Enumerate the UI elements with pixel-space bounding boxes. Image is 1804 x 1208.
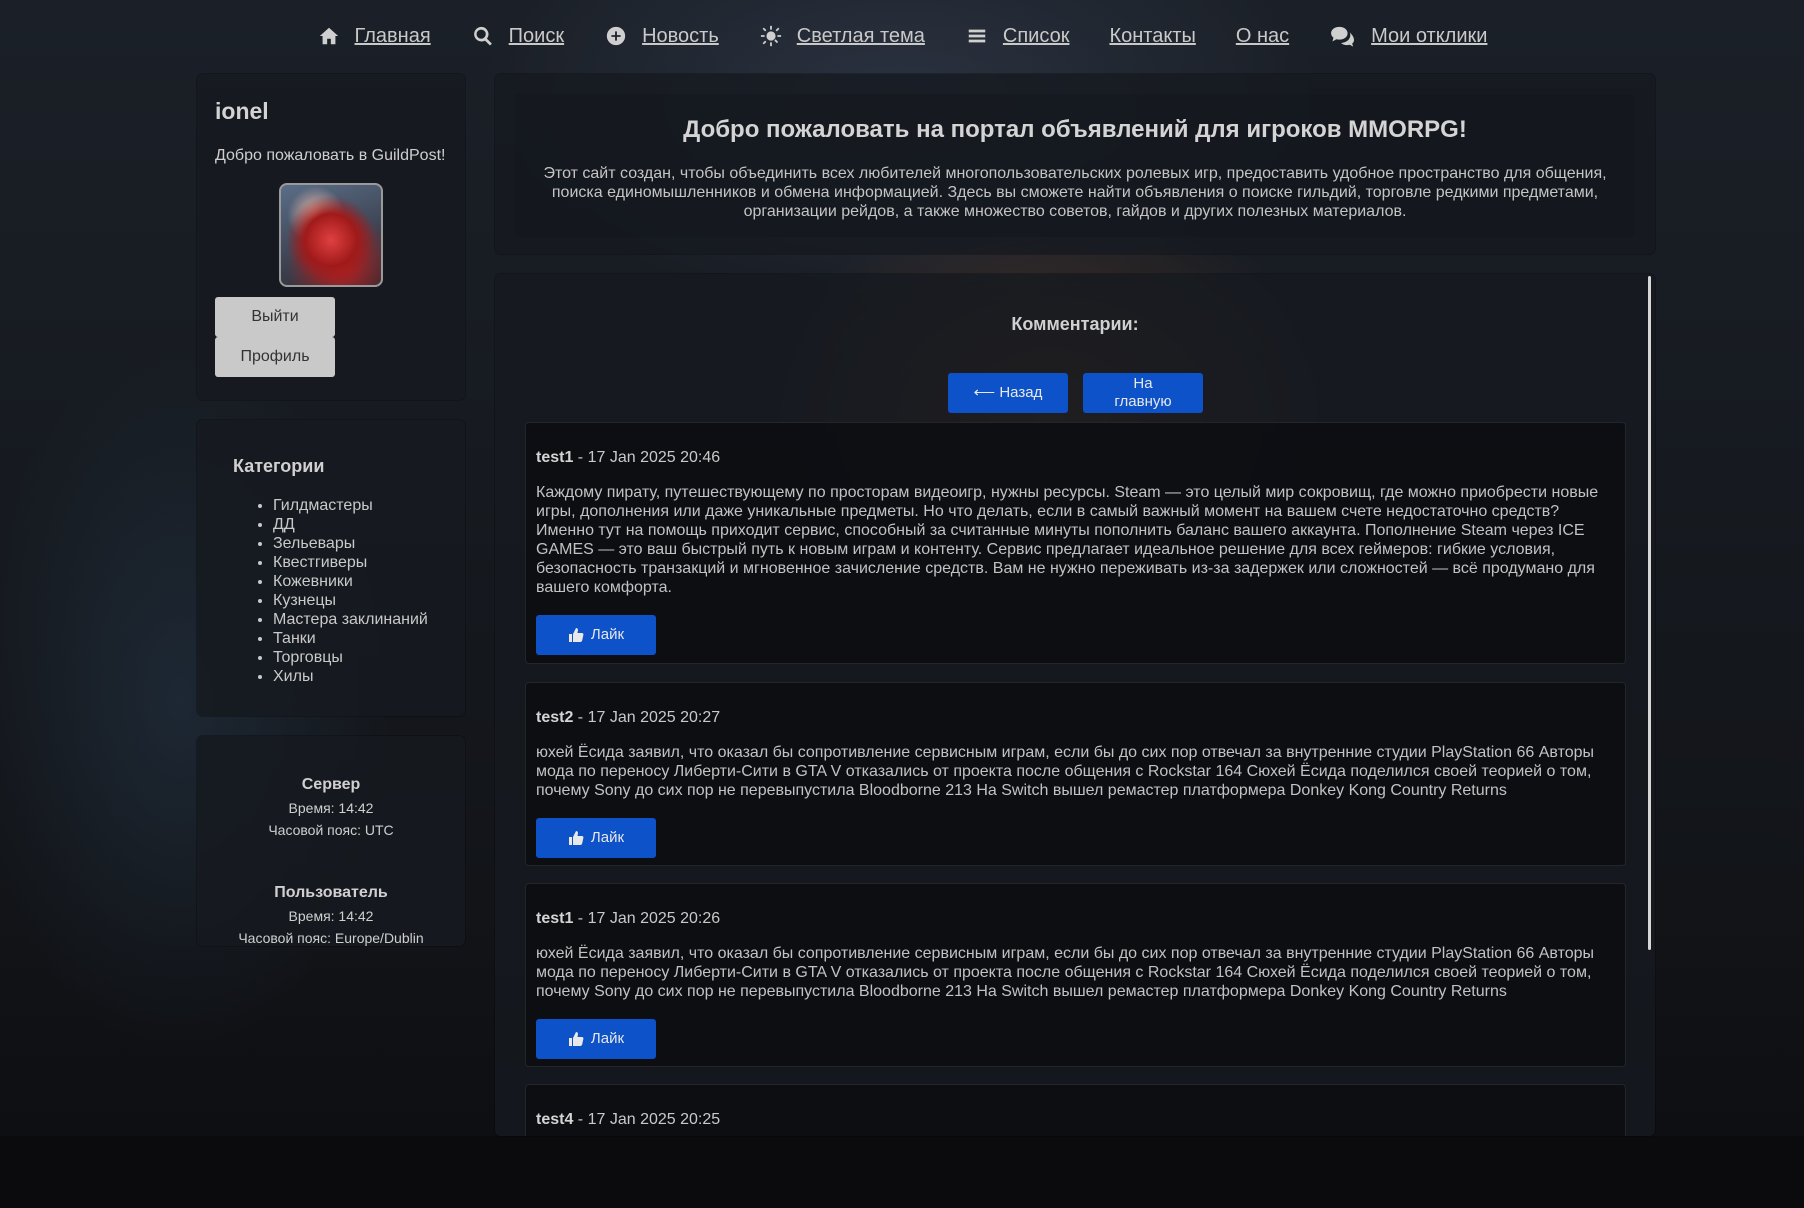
nav-light-theme[interactable]: Светлая тема	[759, 24, 925, 48]
categories-list: Гилдмастеры ДД Зельевары Квестгиверы Кож…	[233, 496, 429, 686]
welcome-banner: Добро пожаловать на портал объявлений дл…	[495, 74, 1655, 254]
server-time: Время: 14:42	[288, 800, 374, 816]
home-button[interactable]: На главную	[1083, 373, 1203, 413]
thumbs-up-icon	[568, 831, 584, 845]
comment-text: Каждому пирату, путешествующему по прост…	[536, 484, 1599, 596]
category-item[interactable]: Торговцы	[273, 648, 429, 667]
nav-search[interactable]: Поиск	[471, 24, 564, 48]
comments-section: Комментарии: ⟵ Назад На главную test1 - …	[495, 274, 1655, 1136]
category-item[interactable]: Хилы	[273, 667, 429, 686]
nav-news[interactable]: Новость	[604, 24, 719, 48]
like-label: Лайк	[590, 1030, 625, 1047]
like-button[interactable]: Лайк	[536, 818, 656, 858]
comment-author: test2	[536, 709, 574, 726]
page-bottom-strip	[0, 1136, 1804, 1208]
logout-button[interactable]: Выйти	[215, 297, 335, 337]
comment-date: - 17 Jan 2025 20:26	[573, 910, 721, 927]
nav-home[interactable]: Главная	[317, 24, 431, 48]
nav-list[interactable]: Список	[965, 24, 1070, 48]
page-title: Добро пожаловать на портал объявлений дл…	[683, 116, 1467, 143]
user-timezone: Часовой пояс: Europe/Dublin	[238, 930, 424, 946]
sun-icon	[759, 24, 783, 48]
like-label: Лайк	[590, 829, 625, 846]
comment-text: юхей Ёсида заявил, что оказал бы сопроти…	[536, 744, 1595, 799]
search-icon	[471, 24, 495, 48]
comment-card: test1 - 17 Jan 2025 20:26 юхей Ёсида зая…	[525, 883, 1626, 1067]
nav-my-responses-label: Мои отклики	[1371, 24, 1488, 47]
comment-card: test1 - 17 Jan 2025 20:46 Каждому пирату…	[525, 422, 1626, 664]
home-icon	[317, 24, 341, 48]
comment-author: test1	[536, 449, 574, 466]
comments-title: Комментарии:	[1011, 314, 1139, 334]
comment-header: test1 - 17 Jan 2025 20:26	[536, 910, 1615, 928]
like-button[interactable]: Лайк	[536, 615, 656, 655]
comment-date: - 17 Jan 2025 20:25	[573, 1111, 721, 1128]
nav-contacts[interactable]: Контакты	[1109, 25, 1195, 48]
comment-header: test2 - 17 Jan 2025 20:27	[536, 709, 1615, 727]
category-item[interactable]: Квестгиверы	[273, 553, 429, 572]
category-item[interactable]: Кузнецы	[273, 591, 429, 610]
nav-light-theme-label: Светлая тема	[796, 24, 925, 47]
comment-author: test4	[536, 1111, 574, 1128]
back-button[interactable]: ⟵ Назад	[948, 373, 1068, 413]
nav-search-label: Поиск	[508, 24, 565, 47]
category-item[interactable]: Гилдмастеры	[273, 496, 429, 515]
nav-list-label: Список	[1002, 24, 1070, 47]
categories-panel: Категории Гилдмастеры ДД Зельевары Квест…	[197, 420, 465, 716]
scrollbar[interactable]	[1648, 276, 1651, 950]
thumbs-up-icon	[568, 628, 584, 642]
plus-circle-icon	[604, 24, 628, 48]
avatar[interactable]	[279, 183, 383, 287]
username: ionel	[215, 98, 269, 124]
user-time: Время: 14:42	[288, 908, 374, 924]
comments-icon	[1329, 24, 1357, 48]
time-panel: Сервер Время: 14:42 Часовой пояс: UTC По…	[197, 736, 465, 946]
comment-header: test4 - 17 Jan 2025 20:25	[536, 1111, 1615, 1129]
comments-nav: ⟵ Назад На главную	[948, 373, 1203, 413]
comment-text: юхей Ёсида заявил, что оказал бы сопроти…	[536, 945, 1595, 1000]
nav-contacts-label: Контакты	[1109, 24, 1196, 47]
category-item[interactable]: Зельевары	[273, 534, 429, 553]
welcome-description: Этот сайт создан, чтобы объединить всех …	[543, 165, 1607, 220]
nav-news-label: Новость	[642, 24, 719, 47]
server-time-block: Сервер Время: 14:42 Часовой пояс: UTC	[197, 776, 465, 838]
like-button[interactable]: Лайк	[536, 1019, 656, 1059]
user-time-title: Пользователь	[274, 884, 388, 901]
thumbs-up-icon	[568, 1032, 584, 1046]
category-item[interactable]: Мастера заклинаний	[273, 610, 429, 629]
comment-author: test1	[536, 910, 574, 927]
like-label: Лайк	[590, 626, 625, 643]
profile-button[interactable]: Профиль	[215, 337, 335, 377]
server-timezone: Часовой пояс: UTC	[268, 822, 394, 838]
nav-home-label: Главная	[354, 24, 431, 47]
server-title: Сервер	[301, 776, 361, 793]
category-item[interactable]: Танки	[273, 629, 429, 648]
comment-header: test1 - 17 Jan 2025 20:46	[536, 449, 1615, 467]
comment-date: - 17 Jan 2025 20:27	[573, 709, 721, 726]
welcome-text: Добро пожаловать в GuildPost!	[215, 147, 446, 164]
category-item[interactable]: ДД	[273, 515, 429, 534]
nav-about-label: О нас	[1235, 24, 1290, 47]
welcome-banner-inner: Добро пожаловать на портал объявлений дл…	[515, 94, 1635, 237]
nav-my-responses[interactable]: Мои отклики	[1329, 24, 1487, 48]
comment-date: - 17 Jan 2025 20:46	[573, 449, 721, 466]
user-panel: ionel Добро пожаловать в GuildPost! Выйт…	[197, 74, 465, 400]
categories-title: Категории	[233, 456, 325, 476]
top-navigation: Главная Поиск Новость Светлая тема Списо…	[0, 18, 1804, 54]
list-icon	[965, 24, 989, 48]
nav-about[interactable]: О нас	[1236, 25, 1289, 48]
comment-card: test4 - 17 Jan 2025 20:25	[525, 1084, 1626, 1136]
category-item[interactable]: Кожевники	[273, 572, 429, 591]
user-time-block: Пользователь Время: 14:42 Часовой пояс: …	[197, 884, 465, 946]
comment-card: test2 - 17 Jan 2025 20:27 юхей Ёсида зая…	[525, 682, 1626, 866]
